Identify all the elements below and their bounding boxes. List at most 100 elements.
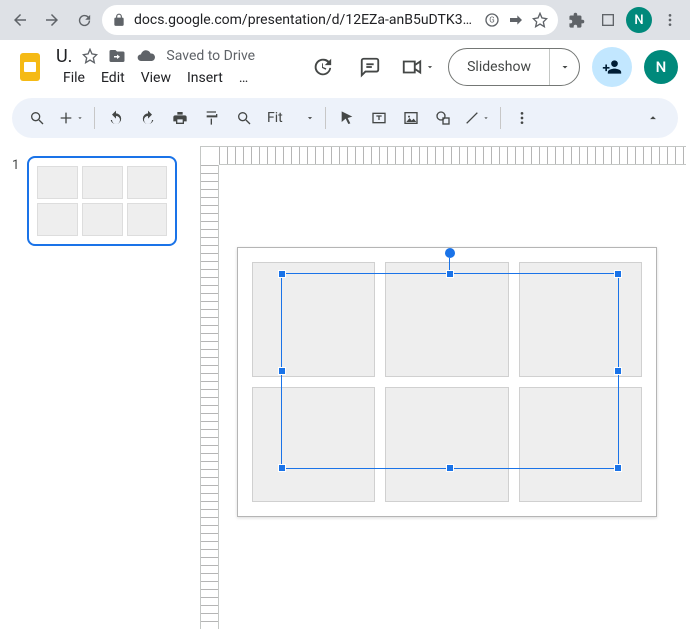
slideshow-button[interactable]: Slideshow bbox=[449, 49, 549, 85]
thumbnail-number: 1 bbox=[12, 156, 19, 619]
menu-bar: File Edit View Insert … bbox=[56, 68, 296, 88]
arrow-right-icon bbox=[43, 11, 61, 29]
cloud-icon bbox=[136, 46, 156, 66]
zoom-level-dropdown[interactable]: Fit bbox=[261, 103, 319, 133]
slides-logo-icon bbox=[14, 51, 46, 83]
account-avatar[interactable]: N bbox=[644, 50, 678, 84]
line-button[interactable] bbox=[460, 103, 494, 133]
cloud-status-button[interactable] bbox=[136, 46, 156, 66]
toolbar: Fit bbox=[12, 98, 678, 138]
version-history-button[interactable] bbox=[304, 49, 340, 85]
search-menus-button[interactable] bbox=[22, 103, 52, 133]
slideshow-dropdown-button[interactable] bbox=[549, 49, 579, 85]
vertical-ruler bbox=[201, 165, 219, 629]
caret-down-icon bbox=[559, 61, 571, 73]
grid-cell[interactable] bbox=[519, 387, 642, 502]
extensions-button[interactable] bbox=[562, 6, 590, 34]
menu-edit[interactable]: Edit bbox=[94, 68, 132, 88]
canvas-area[interactable] bbox=[200, 146, 686, 629]
save-status-text: Saved to Drive bbox=[166, 48, 255, 64]
history-icon bbox=[311, 56, 333, 78]
thumbnail-panel: 1 bbox=[0, 146, 200, 629]
grid-cell[interactable] bbox=[519, 262, 642, 377]
chevron-up-icon bbox=[646, 111, 660, 125]
person-add-icon bbox=[602, 57, 622, 77]
more-vert-icon bbox=[514, 110, 530, 126]
collapse-toolbar-button[interactable] bbox=[638, 103, 668, 133]
grid-cell[interactable] bbox=[252, 387, 375, 502]
thumbnail-content bbox=[37, 166, 167, 236]
menu-more[interactable]: … bbox=[232, 68, 255, 88]
arrow-left-icon bbox=[11, 11, 29, 29]
document-title[interactable]: U. bbox=[56, 46, 72, 67]
comment-icon bbox=[359, 56, 381, 78]
undo-button[interactable] bbox=[101, 103, 131, 133]
caret-down-icon bbox=[482, 114, 490, 122]
workspace: 1 bbox=[0, 146, 690, 629]
zoom-level-label: Fit bbox=[265, 110, 285, 126]
caret-down-icon bbox=[425, 62, 435, 72]
image-button[interactable] bbox=[396, 103, 426, 133]
new-slide-button[interactable] bbox=[54, 103, 88, 133]
print-button[interactable] bbox=[165, 103, 195, 133]
menu-insert[interactable]: Insert bbox=[180, 68, 230, 88]
slideshow-button-group: Slideshow bbox=[448, 48, 580, 86]
meet-button[interactable] bbox=[400, 49, 436, 85]
url-text: docs.google.com/presentation/d/12EZa-anB… bbox=[134, 12, 476, 28]
folder-move-icon bbox=[108, 47, 126, 65]
caret-down-icon bbox=[76, 114, 84, 122]
grid-cell[interactable] bbox=[252, 262, 375, 377]
shapes-icon bbox=[435, 110, 451, 126]
redo-button[interactable] bbox=[133, 103, 163, 133]
puzzle-icon bbox=[568, 12, 585, 29]
zoom-button[interactable] bbox=[229, 103, 259, 133]
slide-canvas[interactable] bbox=[237, 247, 657, 517]
print-icon bbox=[172, 110, 188, 126]
app-header: U. Saved to Drive File Edit View Insert … bbox=[0, 40, 690, 88]
image-icon bbox=[403, 110, 419, 126]
star-outline-icon bbox=[82, 48, 98, 64]
paint-format-button[interactable] bbox=[197, 103, 227, 133]
tab-overview-button[interactable] bbox=[594, 6, 622, 34]
move-document-button[interactable] bbox=[108, 47, 126, 65]
menu-file[interactable]: File bbox=[56, 68, 92, 88]
square-icon bbox=[600, 12, 616, 28]
comments-button[interactable] bbox=[352, 49, 388, 85]
svg-text:G: G bbox=[489, 16, 494, 25]
back-button[interactable] bbox=[6, 6, 34, 34]
plus-icon bbox=[58, 110, 74, 126]
star-document-button[interactable] bbox=[82, 48, 98, 64]
browser-chrome: docs.google.com/presentation/d/12EZa-anB… bbox=[0, 0, 690, 40]
select-tool-button[interactable] bbox=[332, 103, 362, 133]
slides-logo[interactable] bbox=[12, 49, 48, 85]
google-search-icon[interactable]: G bbox=[484, 12, 500, 28]
star-outline-icon[interactable] bbox=[532, 12, 548, 28]
reload-icon bbox=[76, 12, 93, 29]
browser-menu-button[interactable] bbox=[656, 6, 684, 34]
reload-button[interactable] bbox=[70, 6, 98, 34]
grid-cell[interactable] bbox=[385, 387, 508, 502]
more-tools-button[interactable] bbox=[507, 103, 537, 133]
quick-share-button[interactable] bbox=[592, 47, 632, 87]
lock-icon bbox=[112, 13, 126, 27]
paint-roller-icon bbox=[204, 110, 220, 126]
slide-content-grid bbox=[252, 262, 642, 502]
search-icon bbox=[29, 110, 45, 126]
textbox-icon bbox=[371, 110, 387, 126]
share-url-icon[interactable] bbox=[508, 12, 524, 28]
toolbar-separator bbox=[500, 107, 501, 129]
toolbar-separator bbox=[325, 107, 326, 129]
textbox-button[interactable] bbox=[364, 103, 394, 133]
forward-button[interactable] bbox=[38, 6, 66, 34]
browser-profile-avatar[interactable]: N bbox=[626, 7, 652, 33]
slide-thumbnail-1[interactable] bbox=[27, 156, 177, 246]
menu-view[interactable]: View bbox=[134, 68, 178, 88]
grid-cell[interactable] bbox=[385, 262, 508, 377]
shape-button[interactable] bbox=[428, 103, 458, 133]
address-bar[interactable]: docs.google.com/presentation/d/12EZa-anB… bbox=[102, 5, 558, 35]
more-vert-icon bbox=[662, 12, 678, 28]
undo-icon bbox=[108, 110, 124, 126]
video-icon bbox=[401, 56, 423, 78]
zoom-icon bbox=[236, 110, 252, 126]
horizontal-ruler bbox=[219, 147, 686, 165]
